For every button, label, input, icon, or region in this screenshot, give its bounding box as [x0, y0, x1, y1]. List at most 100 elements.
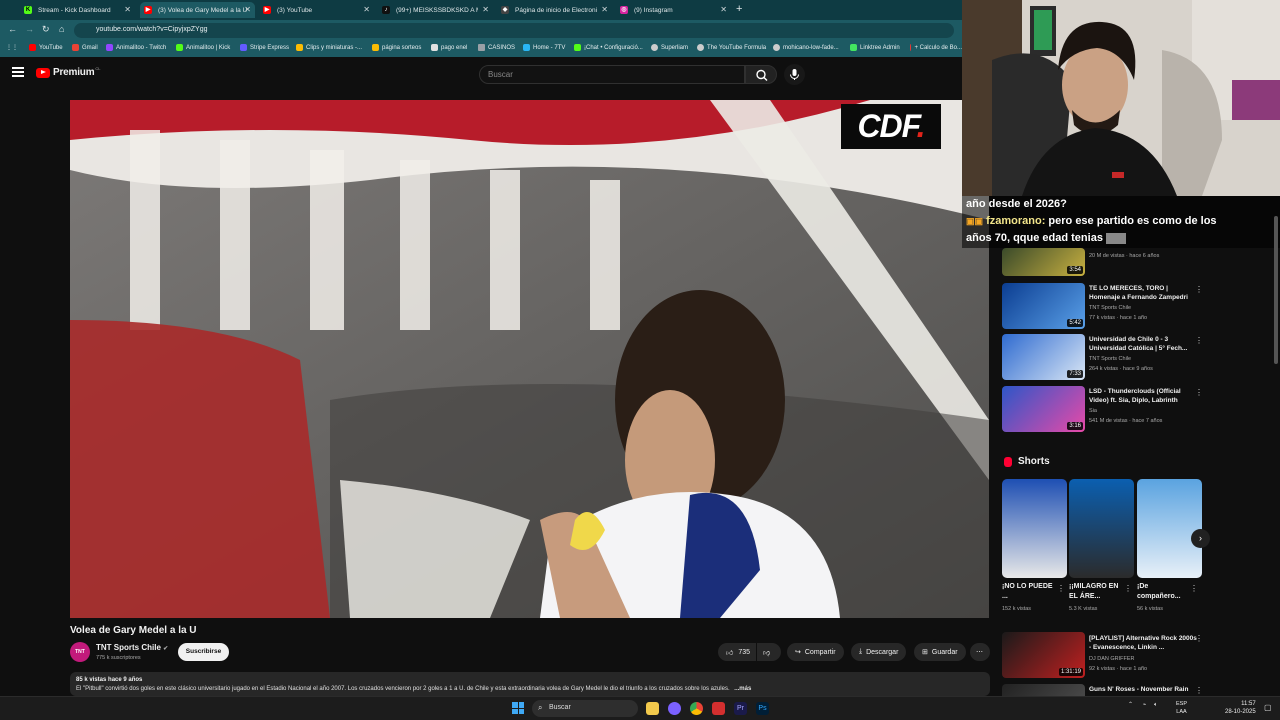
save-button[interactable]: ⊞ Guardar: [914, 643, 966, 661]
kick-icon: K: [24, 6, 32, 14]
channel-avatar[interactable]: TNT: [70, 642, 90, 662]
close-icon[interactable]: ✕: [720, 5, 727, 14]
tab-youtube[interactable]: ▶ (3) YouTube ✕: [259, 2, 374, 18]
reload-icon[interactable]: ↻: [42, 24, 50, 35]
7tv-icon: [523, 44, 530, 51]
recommended-video[interactable]: 3:16 LSD - Thunderclouds (Official Video…: [1002, 386, 1207, 434]
more-vertical-icon[interactable]: ⋮: [1195, 285, 1203, 294]
chrome-icon[interactable]: [690, 702, 703, 715]
short-thumbnail[interactable]: [1069, 479, 1134, 578]
more-vertical-icon[interactable]: ⋮: [1057, 584, 1065, 593]
more-vertical-icon[interactable]: ⋮: [1195, 388, 1203, 397]
windows-start-icon[interactable]: [512, 702, 524, 714]
bookmark-twitch[interactable]: Animalitoo - Twitch: [106, 44, 166, 51]
tab-instagram[interactable]: ◎ (9) Instagram ✕: [616, 2, 731, 18]
discord-icon[interactable]: [668, 702, 681, 715]
short-thumbnail[interactable]: [1137, 479, 1202, 578]
close-icon[interactable]: ✕: [482, 5, 489, 14]
close-icon[interactable]: ✕: [244, 5, 251, 14]
more-vertical-icon[interactable]: ⋮: [1124, 584, 1132, 593]
shorts-next-button[interactable]: ›: [1191, 529, 1210, 548]
video-description[interactable]: 85 k vistas hace 9 años El "Pitbull" con…: [70, 672, 990, 696]
video-player[interactable]: CDF.: [70, 100, 989, 618]
more-vertical-icon[interactable]: ⋮: [1195, 686, 1203, 695]
back-icon[interactable]: ←: [8, 24, 17, 34]
tab-label: (9) Instagram: [634, 6, 673, 14]
more-actions-button[interactable]: ⋯: [970, 643, 990, 661]
short-title[interactable]: ¡¡MILAGRO EN EL ÁRE...: [1069, 582, 1124, 602]
tab-kick-dashboard[interactable]: K Stream - Kick Dashboard ✕: [20, 2, 135, 18]
file-explorer-icon[interactable]: [646, 702, 659, 715]
channel-name[interactable]: TNT Sports Chile ✔: [96, 643, 168, 652]
bookmark-chat-config[interactable]: ¡Chat • Configuració...: [574, 44, 643, 51]
tab-tiktok[interactable]: ♪ (99+) MEISKSSBDKSKD A MAMÁ ✕: [378, 2, 493, 18]
bookmark-enel[interactable]: pago enel: [431, 44, 467, 51]
like-button[interactable]: 👍︎ 735: [718, 643, 756, 661]
more-horizontal-icon: ⋯: [976, 649, 983, 656]
obs-icon[interactable]: [712, 702, 725, 715]
menu-icon[interactable]: [12, 67, 24, 77]
home-icon[interactable]: ⌂: [59, 24, 64, 34]
voice-search-button[interactable]: [784, 64, 805, 85]
close-icon[interactable]: ✕: [363, 5, 370, 14]
photoshop-icon[interactable]: Ps: [756, 702, 769, 715]
address-bar[interactable]: youtube.com/watch?v=CipyjxpZYgg: [74, 23, 954, 38]
bookmark-mohicano[interactable]: mohicano-low-fade...: [773, 44, 839, 51]
page-scrollbar[interactable]: [1274, 216, 1278, 364]
search-button[interactable]: [745, 65, 777, 84]
bookmark-sorteos[interactable]: página sorteos: [372, 44, 421, 51]
new-tab-button[interactable]: +: [736, 3, 742, 15]
bookmark-linktree[interactable]: Linktree Admin: [850, 44, 900, 51]
thumbs-up-icon: 👍︎: [726, 649, 734, 657]
short-thumbnail[interactable]: [1002, 479, 1067, 578]
download-button[interactable]: ⤓ Descargar: [851, 643, 907, 661]
webcam-overlay: [962, 0, 1280, 196]
close-icon[interactable]: ✕: [124, 5, 131, 14]
taskbar-search[interactable]: ⌕ Buscar: [532, 700, 638, 717]
recommended-video[interactable]: 5:42 TE LO MERECES, TORO | Homenaje a Fe…: [1002, 283, 1207, 331]
streamer-camera-feed: [962, 0, 1280, 196]
bookmark-stripe[interactable]: Stripe Express: [240, 44, 289, 51]
folder-icon: [478, 44, 485, 51]
more-vertical-icon[interactable]: ⋮: [1195, 634, 1203, 643]
video-title: TE LO MERECES, TORO | Homenaje a Fernand…: [1089, 285, 1188, 301]
more-vertical-icon[interactable]: ⋮: [1195, 336, 1203, 345]
video-title: Universidad de Chile 0 - 3 Universidad C…: [1089, 336, 1188, 352]
apps-icon[interactable]: ⋮⋮: [6, 44, 18, 51]
bookmark-casinos[interactable]: CASINOS: [478, 44, 515, 51]
search-input[interactable]: Buscar: [479, 65, 745, 84]
forward-icon[interactable]: →: [25, 24, 34, 34]
short-title[interactable]: ¡De compañero...: [1137, 582, 1192, 602]
tab-electronic-arts[interactable]: ◆ Página de inicio de Electronic Arts ✕: [497, 2, 612, 18]
linktree-icon: [850, 44, 857, 51]
recommended-video[interactable]: 7:33 Universidad de Chile 0 - 3 Universi…: [1002, 334, 1207, 382]
share-button[interactable]: ↪ Compartir: [787, 643, 844, 661]
bookmark-youtube[interactable]: YouTube: [29, 44, 63, 51]
system-clock[interactable]: 11:57 28-10-2025: [1225, 700, 1256, 716]
more-vertical-icon[interactable]: ⋮: [1190, 584, 1198, 593]
input-language[interactable]: ESP LAA: [1176, 700, 1187, 716]
video-title: Guns N' Roses - November Rain: [1089, 686, 1189, 693]
dislike-button[interactable]: 👎︎: [757, 643, 781, 661]
bookmark-superliam[interactable]: Superliam: [651, 44, 688, 51]
bookmark-clips[interactable]: Clips y miniaturas -...: [296, 44, 362, 51]
bookmark-gmail[interactable]: Gmail: [72, 44, 98, 51]
recommended-video[interactable]: 1:31:19 [PLAYLIST] Alternative Rock 2000…: [1002, 632, 1207, 680]
premiere-icon[interactable]: Pr: [734, 702, 747, 715]
short-title[interactable]: ¡NO LO PUEDE ...: [1002, 582, 1057, 602]
notification-icon[interactable]: ▢: [1264, 703, 1272, 712]
show-more-link[interactable]: ...más: [734, 686, 751, 692]
bookmark-kick[interactable]: Animalitoo | Kick: [176, 44, 230, 51]
youtube-icon: [36, 67, 50, 78]
bookmark-calculo[interactable]: + Calculo de Bo...: [910, 44, 962, 51]
recommended-video[interactable]: Guns N' Roses - November Rain ⋮: [1002, 684, 1207, 696]
youtube-premium-logo[interactable]: Premium CL: [36, 66, 101, 78]
video-title: Volea de Gary Medel a la U: [70, 625, 197, 636]
bookmark-7tv[interactable]: Home - 7TV: [523, 44, 565, 51]
subscribe-button[interactable]: Suscribirse: [178, 643, 229, 661]
bookmark-youtube-formula[interactable]: The YouTube Formula: [697, 44, 766, 51]
system-tray[interactable]: ⌃ ⌁ 🔈︎: [1128, 701, 1158, 709]
tab-volea-video[interactable]: ▶ (3) Volea de Gary Medel a la U ✕: [140, 2, 255, 18]
tab-label: Stream - Kick Dashboard: [38, 6, 111, 14]
close-icon[interactable]: ✕: [601, 5, 608, 14]
